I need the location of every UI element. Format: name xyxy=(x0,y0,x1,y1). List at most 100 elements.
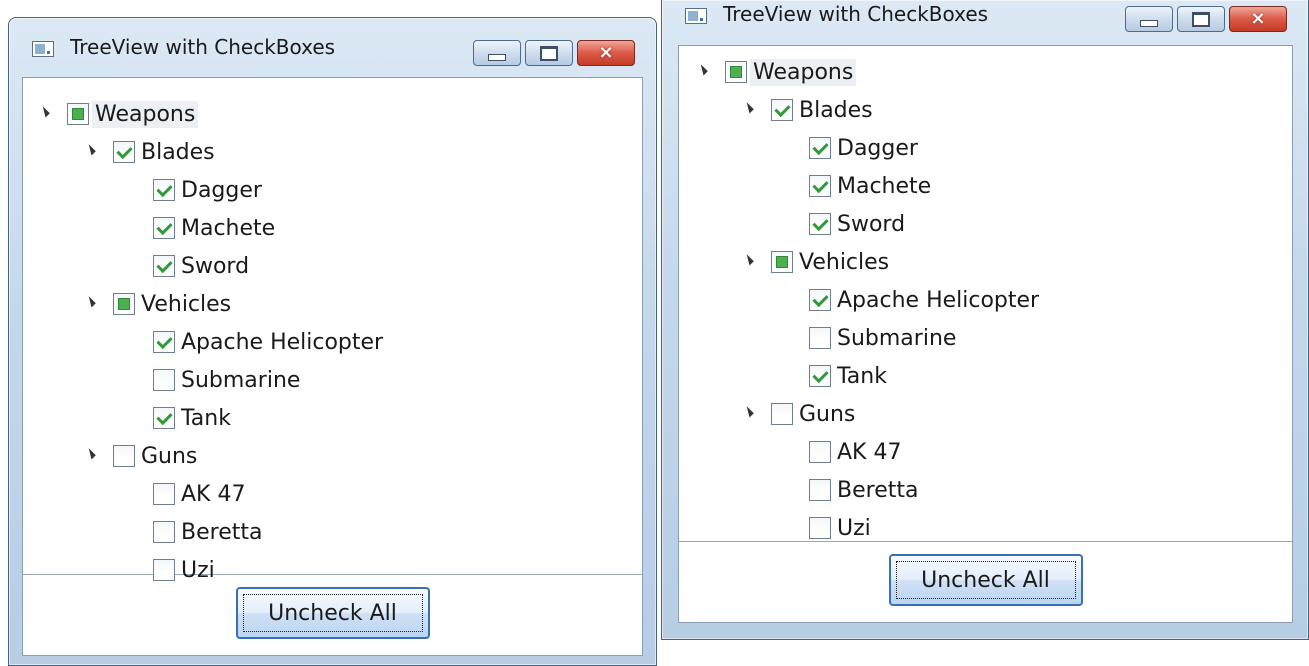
treeview-window-left: TreeView with CheckBoxes × Weapons Blades… xyxy=(8,17,657,666)
expand-arrow-icon[interactable] xyxy=(742,102,754,114)
window-title: TreeView with CheckBoxes xyxy=(723,2,989,26)
tree-item-label: Tank xyxy=(837,363,887,389)
tree-item-label: Submarine xyxy=(181,367,301,393)
checkbox[interactable] xyxy=(809,365,831,387)
tree-item-label: Submarine xyxy=(837,325,957,351)
checkbox[interactable] xyxy=(809,441,831,463)
minimize-button[interactable] xyxy=(1125,6,1173,32)
tree-item-beretta[interactable]: Beretta xyxy=(153,514,265,550)
checkbox[interactable] xyxy=(153,407,175,429)
expand-arrow-icon[interactable] xyxy=(84,144,96,156)
tree-view[interactable]: Weapons Blades Dagger Machete Sword Vehicles A… xyxy=(23,78,642,583)
checkbox[interactable] xyxy=(809,289,831,311)
tree-item-label: Tank xyxy=(181,405,231,431)
tree-item-machete[interactable]: Machete xyxy=(809,168,934,204)
maximize-button[interactable] xyxy=(525,40,573,66)
tree-item-label: Blades xyxy=(799,97,873,123)
tree-item-uzi[interactable]: Uzi xyxy=(153,552,218,588)
tree-item-vehicles[interactable]: Vehicles xyxy=(742,244,892,280)
minimize-icon xyxy=(488,53,506,61)
checkbox[interactable] xyxy=(771,403,793,425)
tree-item-vehicles[interactable]: Vehicles xyxy=(84,286,234,322)
checkbox[interactable] xyxy=(771,99,793,121)
tree-item-weapons[interactable]: Weapons xyxy=(696,54,857,90)
tree-item-label: Beretta xyxy=(837,477,919,503)
checkbox[interactable] xyxy=(771,251,793,273)
tree-item-label: Machete xyxy=(837,173,932,199)
minimize-button[interactable] xyxy=(473,40,521,66)
checkbox[interactable] xyxy=(153,179,175,201)
tree-item-label: Weapons xyxy=(92,100,199,128)
checkbox[interactable] xyxy=(153,559,175,581)
tree-item-ak-47[interactable]: AK 47 xyxy=(809,434,904,470)
treeview-window-right: TreeView with CheckBoxes × Weapons Blades… xyxy=(661,0,1309,640)
expand-arrow-icon[interactable] xyxy=(38,106,50,118)
client-area: Weapons Blades Dagger Machete Sword Vehicles A… xyxy=(678,45,1293,623)
tree-item-blades[interactable]: Blades xyxy=(742,92,876,128)
expand-arrow-icon[interactable] xyxy=(696,64,708,76)
checkbox[interactable] xyxy=(153,217,175,239)
checkbox[interactable] xyxy=(809,137,831,159)
tree-item-label: Dagger xyxy=(837,135,918,161)
caption-buttons: × xyxy=(473,40,635,68)
tree-item-label: Guns xyxy=(141,443,198,469)
expand-arrow-icon[interactable] xyxy=(84,296,96,308)
checkbox[interactable] xyxy=(809,175,831,197)
close-icon: × xyxy=(598,42,614,63)
checkbox[interactable] xyxy=(153,521,175,543)
checkbox[interactable] xyxy=(153,255,175,277)
checkbox[interactable] xyxy=(809,517,831,539)
checkbox[interactable] xyxy=(113,141,135,163)
checkbox[interactable] xyxy=(809,327,831,349)
tree-item-weapons[interactable]: Weapons xyxy=(38,96,199,132)
close-icon: × xyxy=(1250,8,1266,29)
maximize-icon xyxy=(1192,11,1210,27)
tree-item-submarine[interactable]: Submarine xyxy=(809,320,959,356)
tree-item-label: Uzi xyxy=(181,557,215,583)
tree-item-label: Vehicles xyxy=(141,291,232,317)
checkbox[interactable] xyxy=(153,331,175,353)
checkbox[interactable] xyxy=(725,61,747,83)
app-icon xyxy=(685,8,707,24)
app-icon xyxy=(32,41,54,57)
tree-item-uzi[interactable]: Uzi xyxy=(809,510,874,546)
tree-item-guns[interactable]: Guns xyxy=(84,438,200,474)
tree-item-machete[interactable]: Machete xyxy=(153,210,278,246)
checkbox[interactable] xyxy=(113,293,135,315)
checkbox[interactable] xyxy=(809,213,831,235)
tree-item-sword[interactable]: Sword xyxy=(809,206,908,242)
tree-item-ak-47[interactable]: AK 47 xyxy=(153,476,248,512)
maximize-icon xyxy=(540,45,558,61)
expand-arrow-icon[interactable] xyxy=(742,406,754,418)
checkbox[interactable] xyxy=(153,369,175,391)
tree-item-submarine[interactable]: Submarine xyxy=(153,362,303,398)
expand-arrow-icon[interactable] xyxy=(84,448,96,460)
tree-item-label: Apache Helicopter xyxy=(181,329,384,355)
tree-item-dagger[interactable]: Dagger xyxy=(809,130,921,166)
title-bar[interactable]: TreeView with CheckBoxes × xyxy=(22,17,647,77)
uncheck-all-button[interactable]: Uncheck All xyxy=(888,554,1083,606)
tree-item-apache-helicopter[interactable]: Apache Helicopter xyxy=(153,324,386,360)
checkbox[interactable] xyxy=(153,483,175,505)
checkbox[interactable] xyxy=(113,445,135,467)
tree-item-label: Blades xyxy=(141,139,215,165)
tree-item-tank[interactable]: Tank xyxy=(153,400,234,436)
checkbox[interactable] xyxy=(809,479,831,501)
maximize-button[interactable] xyxy=(1177,6,1225,32)
close-button[interactable]: × xyxy=(577,40,635,66)
tree-item-label: Apache Helicopter xyxy=(837,287,1040,313)
tree-item-sword[interactable]: Sword xyxy=(153,248,252,284)
tree-item-guns[interactable]: Guns xyxy=(742,396,858,432)
tree-item-label: Sword xyxy=(181,253,250,279)
tree-item-tank[interactable]: Tank xyxy=(809,358,890,394)
close-button[interactable]: × xyxy=(1229,6,1287,32)
tree-view[interactable]: Weapons Blades Dagger Machete Sword Vehicles A… xyxy=(679,46,1292,542)
tree-item-dagger[interactable]: Dagger xyxy=(153,172,265,208)
tree-item-label: Beretta xyxy=(181,519,263,545)
checkbox[interactable] xyxy=(67,103,89,125)
tree-item-beretta[interactable]: Beretta xyxy=(809,472,921,508)
tree-item-apache-helicopter[interactable]: Apache Helicopter xyxy=(809,282,1042,318)
uncheck-all-button[interactable]: Uncheck All xyxy=(235,587,430,639)
expand-arrow-icon[interactable] xyxy=(742,254,754,266)
tree-item-blades[interactable]: Blades xyxy=(84,134,218,170)
